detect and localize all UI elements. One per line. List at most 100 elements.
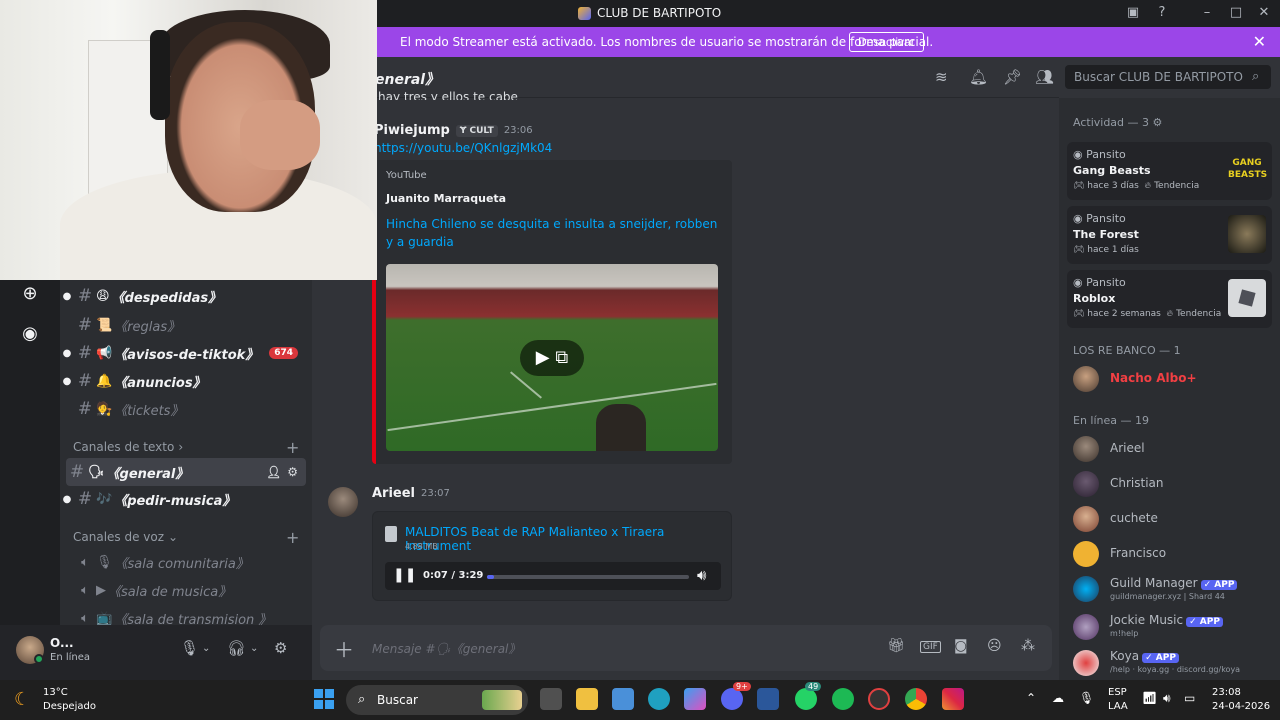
threads-icon[interactable]: ≋	[935, 68, 948, 86]
spotify-icon[interactable]	[832, 688, 854, 710]
input-layout[interactable]: LAA	[1108, 701, 1128, 712]
member-item[interactable]: Arieel	[1073, 434, 1273, 468]
copilot-icon[interactable]	[684, 688, 706, 710]
obs-icon[interactable]	[868, 688, 890, 710]
play-icon[interactable]: ▶ ⧉	[520, 340, 584, 376]
add-server-icon[interactable]: ⊕	[12, 276, 48, 312]
gear-icon[interactable]: ⚙	[287, 465, 298, 479]
chevron-down-icon[interactable]: ⌄	[202, 643, 210, 654]
user-panel: O... En línea 🎙︎ ⌄ 🎧︎ ⌄ ⚙	[0, 625, 312, 680]
channel-despedidas[interactable]: ● # 😩 《despedidas》	[60, 282, 312, 310]
whatsapp-icon[interactable]: 49	[795, 682, 822, 710]
minimize-button[interactable]: –	[1199, 5, 1215, 21]
chevron-up-icon[interactable]: ⌃	[1026, 691, 1036, 705]
chrome-icon[interactable]	[905, 688, 927, 710]
member-item[interactable]: Nacho Albo+	[1073, 364, 1273, 398]
gift-icon[interactable]: 🎁︎	[887, 638, 905, 654]
members-icon[interactable]: 👥︎	[1035, 68, 1054, 86]
channel-pedir-musica[interactable]: ● # 🎶 《pedir-musica》	[60, 485, 312, 513]
taskbar-search[interactable]: ⌕ Buscar	[346, 685, 528, 715]
close-window-button[interactable]: ✕	[1256, 5, 1272, 21]
cloud-icon[interactable]: ☁	[1052, 691, 1064, 705]
message-composer[interactable]: ＋ Mensaje #🗣《general》 🎁︎ GIF ◙ ☹ ⁂	[320, 625, 1052, 671]
apps-icon[interactable]: ⁂	[1021, 638, 1035, 654]
avatar[interactable]	[16, 636, 44, 664]
youtube-link[interactable]: https://youtu.be/QKnlgzjMk04	[374, 141, 552, 155]
channel-general[interactable]: # 🗣 《general》 👤︎ ⚙	[66, 458, 306, 486]
explore-icon[interactable]: ◉	[12, 316, 48, 352]
word-icon[interactable]	[757, 688, 779, 710]
category-voice-channels[interactable]: Canales de voz ⌄	[73, 530, 178, 544]
weather-desc[interactable]: Despejado	[43, 701, 96, 712]
member-item[interactable]: Koya ✓ APP /help · koya.gg · discord.gg/k…	[1073, 648, 1273, 682]
help-icon[interactable]: ?	[1154, 5, 1170, 21]
file-name[interactable]: MALDITOS Beat de RAP Malianteo x Tiraera…	[405, 525, 731, 553]
embed-author[interactable]: Juanito Marraqueta	[386, 192, 506, 205]
member-item[interactable]: Jockie Music ✓ APP m!help	[1073, 612, 1273, 646]
avatar[interactable]	[328, 487, 358, 517]
inbox-icon[interactable]: ▣	[1125, 5, 1141, 21]
microphone-icon[interactable]: 🎙︎	[1079, 691, 1094, 705]
close-icon[interactable]: ✕	[1253, 32, 1266, 51]
member-item[interactable]: Christian	[1073, 469, 1273, 503]
pin-icon[interactable]: 📌︎	[1003, 68, 1022, 86]
add-channel-icon[interactable]: +	[286, 528, 299, 547]
gif-icon[interactable]: GIF	[920, 641, 941, 653]
youtube-embed: YouTube Juanito Marraqueta Hincha Chilen…	[372, 160, 732, 464]
battery-icon[interactable]: ▭	[1184, 691, 1195, 705]
start-button[interactable]	[314, 689, 334, 709]
author-name[interactable]: Arieel	[372, 486, 415, 501]
search-icon[interactable]: ⌕	[1252, 69, 1259, 84]
microphone-icon[interactable]: 🎙︎	[180, 639, 199, 657]
voice-channel-sala-de-musica[interactable]: 🔈︎ ▶ 《sala de musica》	[60, 576, 312, 604]
edge-icon[interactable]	[648, 688, 670, 710]
channel-reglas[interactable]: # 📜 《reglas》	[60, 311, 312, 339]
member-item[interactable]: Francisco	[1073, 539, 1273, 573]
username[interactable]: O...	[50, 636, 74, 650]
member-item[interactable]: Guild Manager ✓ APP guildmanager.xyz | Sh…	[1073, 574, 1273, 608]
message-input[interactable]: Mensaje #🗣《general》	[372, 640, 520, 657]
wifi-icon[interactable]: 📶︎	[1142, 691, 1157, 705]
embed-title[interactable]: Hincha Chileno se desquita e insulta a s…	[386, 215, 726, 251]
disable-streamer-button[interactable]: Desactivar	[849, 32, 924, 52]
file-explorer-icon[interactable]	[576, 688, 598, 710]
channel-avisos-de-tiktok[interactable]: ● # 📢 《avisos-de-tiktok》 674	[60, 339, 312, 367]
maximize-button[interactable]: □	[1228, 5, 1244, 21]
member-item[interactable]: cuchete	[1073, 504, 1273, 538]
weather-moon-icon[interactable]: ☾	[14, 689, 30, 710]
clock-time[interactable]: 23:08	[1212, 687, 1241, 698]
pause-icon[interactable]: ❚❚	[393, 567, 416, 583]
clock-date[interactable]: 24-04-2026	[1212, 701, 1270, 712]
input-language[interactable]: ESP	[1108, 687, 1127, 698]
weather-temp[interactable]: 13°C	[43, 687, 68, 698]
author-name[interactable]: Piwiejump	[374, 123, 450, 138]
task-view-icon[interactable]	[540, 688, 562, 710]
settings-gear-icon[interactable]: ⚙	[274, 639, 287, 657]
instagram-icon[interactable]	[942, 688, 964, 710]
video-thumbnail[interactable]: ▶ ⧉	[386, 264, 718, 451]
activity-card[interactable]: ◉ Pansito Gang Beasts 🎮︎ hace 3 días 🔥︎ …	[1067, 142, 1272, 200]
headphones-icon[interactable]: 🎧︎	[227, 639, 246, 657]
activity-card[interactable]: ◉ Pansito Roblox 🎮︎ hace 2 semanas 🔥︎ Te…	[1067, 270, 1272, 328]
store-icon[interactable]	[612, 688, 634, 710]
add-channel-icon[interactable]: +	[286, 438, 299, 457]
category-text-channels[interactable]: Canales de texto ›	[73, 440, 183, 454]
gear-icon[interactable]: ⚙	[1153, 116, 1163, 129]
channel-tickets[interactable]: # 🧑‍⚖️ 《tickets》	[60, 395, 312, 423]
add-attachment-icon[interactable]: ＋	[334, 634, 354, 663]
bell-icon[interactable]: 🔔︎	[969, 68, 988, 86]
voice-channel-sala-comunitaria[interactable]: 🔈︎ 🎙 《sala comunitaria》	[60, 548, 312, 576]
activity-card[interactable]: ◉ Pansito The Forest 🎮︎ hace 1 días	[1067, 206, 1272, 264]
search-input[interactable]: Buscar CLUB DE BARTIPOTO	[1065, 65, 1271, 89]
sticker-icon[interactable]: ◙	[954, 638, 968, 654]
search-highlight-image	[482, 690, 522, 710]
guild-tag[interactable]: Ɏ CULT	[455, 124, 498, 137]
volume-icon[interactable]: 🔊︎	[1163, 691, 1171, 706]
chevron-down-icon[interactable]: ⌄	[250, 643, 258, 654]
discord-icon[interactable]: 9+	[721, 682, 751, 710]
volume-icon[interactable]: 🔊︎	[697, 566, 706, 584]
seek-slider[interactable]	[487, 575, 689, 579]
channel-anuncios[interactable]: ● # 🔔 《anuncios》	[60, 367, 312, 395]
invite-icon[interactable]: 👤︎	[266, 465, 281, 479]
emoji-icon[interactable]: ☹	[987, 638, 1002, 654]
